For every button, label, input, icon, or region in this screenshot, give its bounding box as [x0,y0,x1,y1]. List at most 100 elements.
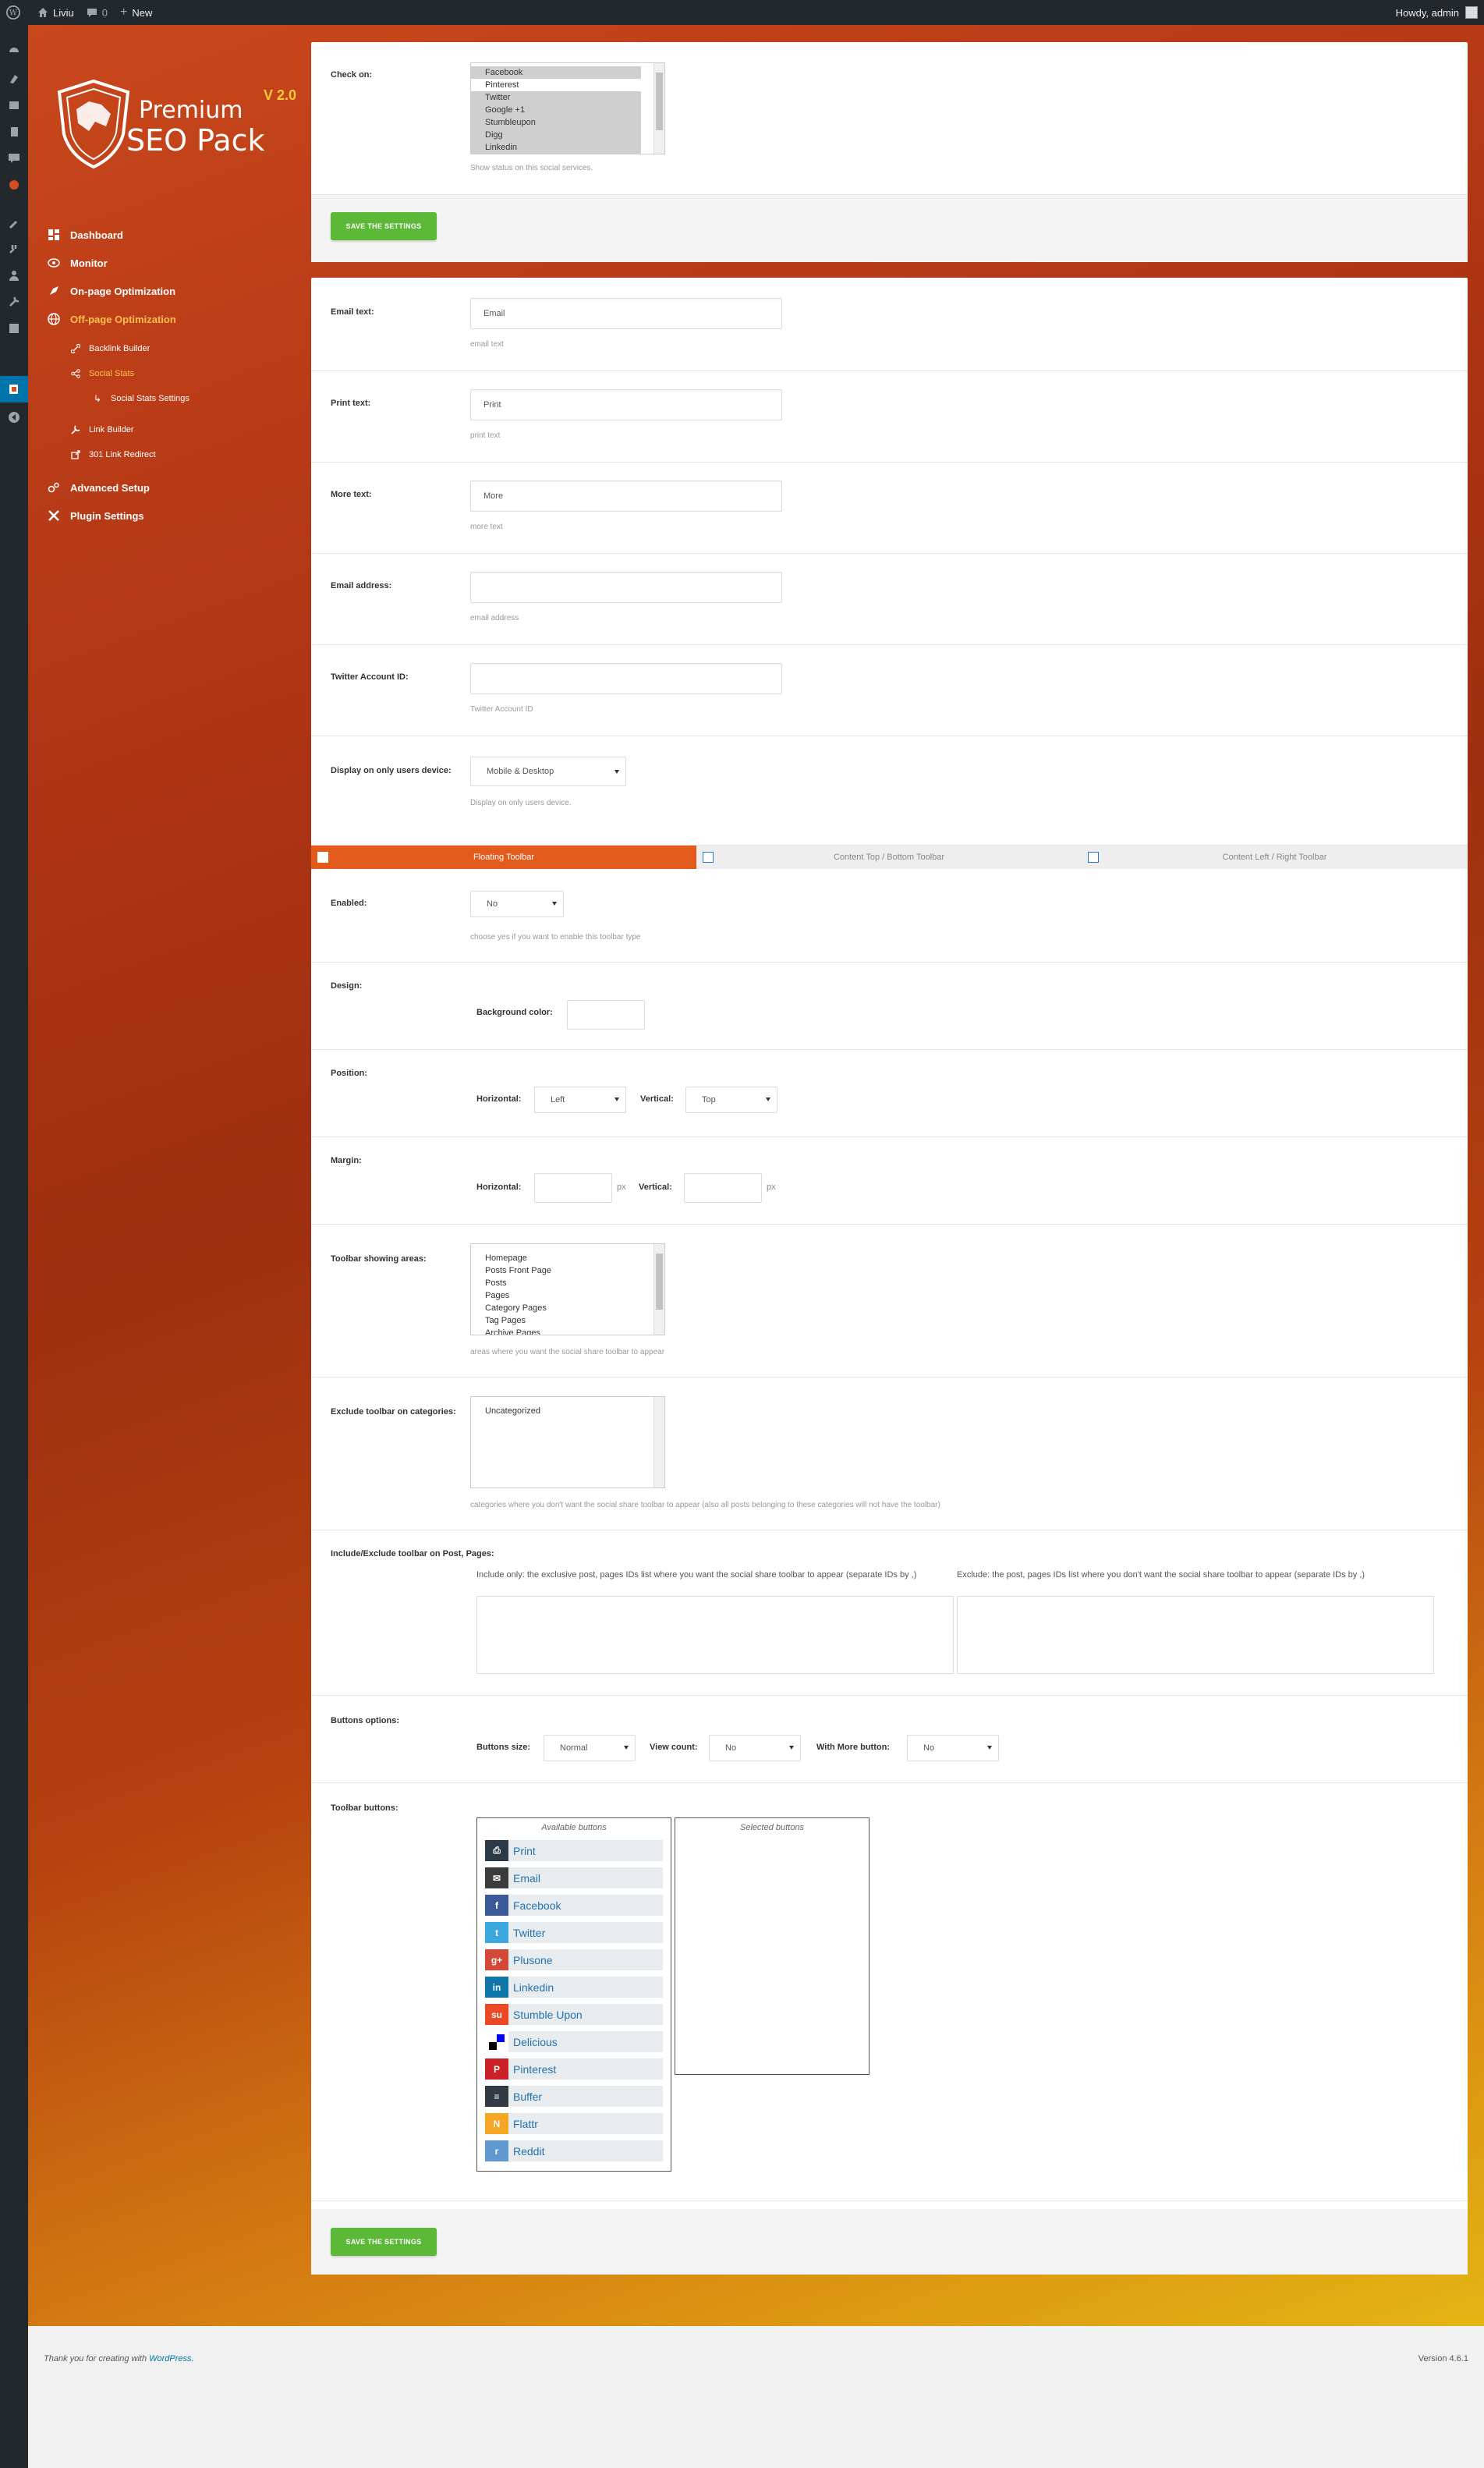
buttons-size-select[interactable]: Normal [544,1735,636,1761]
check-on-scrollbar[interactable] [653,63,664,154]
my-account[interactable]: Howdy, admin [1396,6,1484,19]
nav-monitor[interactable]: Monitor [47,256,108,270]
print-text-input[interactable]: Print [470,389,782,420]
selected-buttons-box[interactable]: Selected buttons [675,1817,870,2075]
more-text-input[interactable]: More [470,480,782,512]
bg-color-input[interactable] [567,1000,645,1030]
nav-link-builder-label: Link Builder [89,425,134,434]
enabled-label: Enabled: [331,899,367,908]
toolbar-button-item[interactable]: g+ Plusone [485,1949,663,1970]
media-menu-icon[interactable] [7,98,21,112]
check-on-option[interactable]: Stumbleupon [471,116,641,129]
tab-checkbox[interactable] [1088,852,1099,863]
area-option[interactable]: Category Pages [471,1302,664,1314]
footer-version: Version 4.6.1 [1418,2354,1468,2363]
nav-social-stats[interactable]: Social Stats [70,368,134,379]
toolbar-button-item[interactable]: P Pinterest [485,2058,663,2080]
twitter-id-input[interactable] [470,663,782,694]
exclude-categories-scrollbar[interactable] [653,1397,664,1488]
new-content-link[interactable]: + New [114,0,158,25]
margin-vertical-input[interactable] [684,1173,762,1203]
email-text-input[interactable]: Email [470,298,782,329]
toolbar-button-item[interactable]: ≡ Buffer [485,2086,663,2107]
check-on-option[interactable]: Pinterest [471,79,641,91]
nav-301-redirect[interactable]: 301 Link Redirect [70,449,156,460]
toolbar-button-item[interactable]: Delicious [485,2031,663,2052]
toolbar-button-icon: f [485,1895,508,1916]
exclude-ids-textarea[interactable] [957,1596,1434,1674]
pages-menu-icon[interactable] [7,125,21,139]
plugins-menu-icon[interactable] [7,242,21,256]
margin-horizontal-input[interactable] [534,1173,612,1203]
tab-content-left-right[interactable]: Content Left / Right Toolbar [1082,846,1468,869]
dashboard-menu-icon[interactable] [7,42,21,56]
nav-backlink-builder[interactable]: Backlink Builder [70,343,150,354]
toolbar-button-item[interactable]: r Reddit [485,2140,663,2161]
external-link-icon [70,449,81,460]
appearance-menu-icon[interactable] [7,215,21,229]
twitter-id-help: Twitter Account ID [470,705,533,714]
wordpress-logo-icon[interactable]: W [0,0,31,25]
toolbar-button-item[interactable]: ⎙ Print [485,1840,663,1861]
area-option[interactable]: Posts [471,1277,664,1289]
position-horizontal-select[interactable]: Left [534,1087,626,1113]
nav-advanced-setup[interactable]: Advanced Setup [47,480,150,495]
collapse-menu-icon[interactable] [7,410,21,424]
nav-dashboard[interactable]: Dashboard [47,228,123,242]
settings-menu-icon[interactable] [7,321,21,335]
users-menu-icon[interactable] [7,268,21,282]
nav-onpage-optimization[interactable]: On-page Optimization [47,284,175,298]
tab-checkbox[interactable] [317,852,328,863]
wordpress-link[interactable]: WordPress [149,2354,191,2363]
enabled-row: Enabled: No choose yes if you want to en… [311,869,1468,963]
toolbar-button-label: Buffer [513,2090,543,2103]
area-option[interactable]: Posts Front Page [471,1264,664,1277]
toolbar-button-item[interactable]: N Flattr [485,2113,663,2134]
nav-plugin-settings[interactable]: Plugin Settings [47,509,144,523]
position-vertical-select[interactable]: Top [685,1087,777,1113]
check-on-option[interactable]: Digg [471,129,641,141]
comments-link[interactable]: 0 [80,0,114,25]
available-buttons-box[interactable]: Available buttons ⎙ Print ✉ Email f Facebook t… [476,1817,671,2172]
seo-menu-icon[interactable] [7,178,21,192]
nav-social-stats-settings[interactable]: ↳ Social Stats Settings [92,393,189,404]
exclude-categories-select[interactable]: Uncategorized [470,1396,665,1488]
toolbar-button-item[interactable]: t Twitter [485,1922,663,1943]
site-name-link[interactable]: Liviu [31,0,80,25]
category-option[interactable]: Uncategorized [471,1405,664,1417]
area-option[interactable]: Tag Pages [471,1314,664,1327]
nav-offpage-optimization[interactable]: Off-page Optimization [47,312,176,326]
tab-checkbox[interactable] [703,852,714,863]
tab-floating-toolbar[interactable]: Floating Toolbar [311,846,696,869]
check-on-option[interactable]: Linkedin [471,141,641,154]
check-on-option[interactable]: Facebook [471,66,641,79]
email-text-row: Email text: Email email text [311,278,1468,371]
check-on-option[interactable]: Twitter [471,91,641,104]
tab-content-top-bottom[interactable]: Content Top / Bottom Toolbar [696,846,1082,869]
toolbar-button-item[interactable]: su Stumble Upon [485,2004,663,2025]
posts-menu-icon[interactable] [7,72,21,86]
nav-link-builder[interactable]: Link Builder [70,424,133,435]
save-button[interactable]: SAVE THE SETTINGS [331,212,437,240]
check-on-option[interactable]: Google +1 [471,104,641,116]
comments-menu-icon[interactable] [7,151,21,165]
more-button-select[interactable]: No [907,1735,999,1761]
toolbar-areas-scrollbar[interactable] [653,1244,664,1335]
enabled-select[interactable]: No [470,891,564,917]
area-option[interactable]: Archive Pages [471,1327,664,1335]
view-count-select[interactable]: No [709,1735,801,1761]
margin-horizontal-label: Horizontal: [476,1183,522,1192]
area-option[interactable]: Homepage [471,1252,664,1264]
toolbar-button-item[interactable]: in Linkedin [485,1977,663,1998]
toolbar-button-item[interactable]: ✉ Email [485,1867,663,1888]
email-address-input[interactable] [470,572,782,603]
area-option[interactable]: Pages [471,1289,664,1302]
save-button[interactable]: SAVE THE SETTINGS [331,2228,437,2256]
toolbar-button-item[interactable]: f Facebook [485,1895,663,1916]
include-ids-textarea[interactable] [476,1596,954,1674]
toolbar-areas-select[interactable]: Homepage Posts Front Page Posts Pages Ca… [470,1243,665,1335]
check-on-select[interactable]: Facebook Pinterest Twitter Google +1 Stu… [470,62,665,154]
cogs-icon [47,480,61,495]
tools-menu-icon[interactable] [7,295,21,309]
device-select[interactable]: Mobile & Desktop [470,757,626,786]
